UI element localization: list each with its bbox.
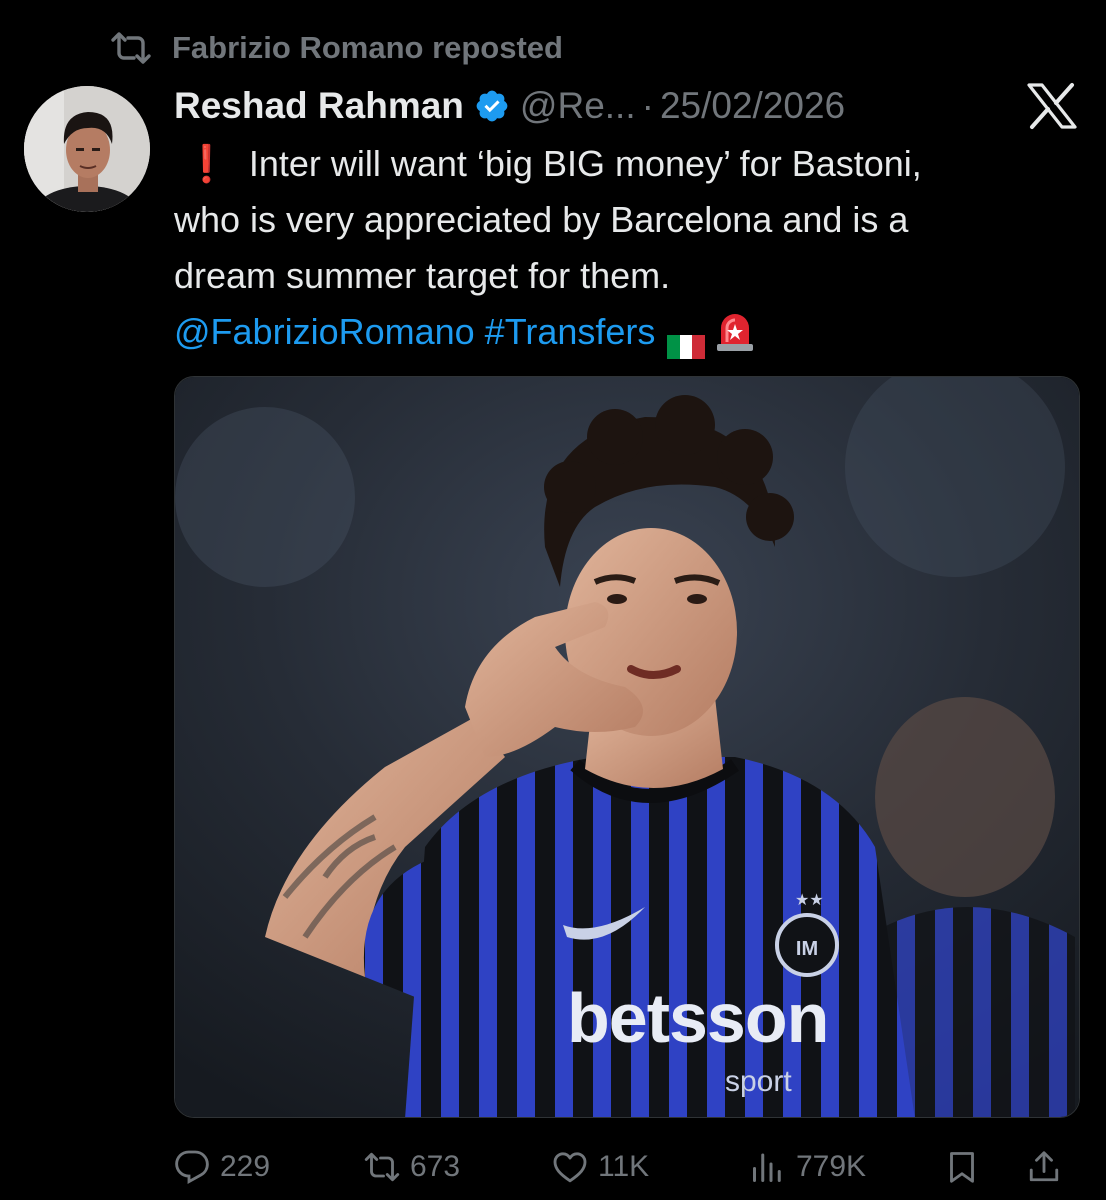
italy-flag-icon xyxy=(667,319,706,360)
mention-link[interactable]: @FabrizioRomano xyxy=(174,311,475,352)
tweet-line-3: dream summer target for them. xyxy=(174,255,671,296)
views-button[interactable]: 779K xyxy=(750,1140,866,1194)
tweet-date[interactable]: 25/02/2026 xyxy=(660,85,845,127)
repost-button[interactable]: 673 xyxy=(364,1140,460,1194)
tweet-line-4: @FabrizioRomano #Transfers xyxy=(174,304,1074,360)
shirt-sponsor-sub-text: sport xyxy=(725,1065,792,1098)
repost-icon xyxy=(364,1152,400,1182)
separator-dot: · xyxy=(641,85,654,126)
shirt-sponsor-text: betsson xyxy=(567,979,829,1057)
tweet-body: ❗ Inter will want ‘big BIG money’ for Bas… xyxy=(174,136,1074,360)
avatar[interactable] xyxy=(24,86,150,212)
repost-count: 673 xyxy=(410,1150,461,1183)
tweet-text-line1: Inter will want ‘big BIG money’ for Bast… xyxy=(248,143,922,184)
svg-text:IM: IM xyxy=(796,938,818,960)
repost-header[interactable]: Fabrizio Romano reposted xyxy=(110,28,563,68)
bookmark-button[interactable] xyxy=(944,1140,980,1194)
views-count: 779K xyxy=(796,1150,867,1183)
alert-emoji: ❗ xyxy=(184,143,229,184)
like-button[interactable]: 11K xyxy=(552,1140,649,1194)
verified-badge-icon[interactable] xyxy=(474,88,510,124)
views-icon xyxy=(753,1153,781,1182)
share-button[interactable] xyxy=(1026,1140,1062,1194)
reply-button[interactable]: 229 xyxy=(174,1140,270,1194)
author-display-name[interactable]: Reshad Rahman xyxy=(174,85,464,127)
reply-count: 229 xyxy=(220,1150,271,1183)
like-count: 11K xyxy=(598,1150,650,1183)
tweet-media-photo[interactable]: IM ★★ betsson sport xyxy=(174,376,1080,1118)
x-logo-icon xyxy=(1026,82,1078,130)
siren-icon xyxy=(715,308,755,352)
tweet-line-2: who is very appreciated by Barcelona and… xyxy=(174,199,909,240)
svg-text:★★: ★★ xyxy=(795,890,824,909)
hashtag-link[interactable]: #Transfers xyxy=(485,311,656,352)
tweet-line-1: ❗ Inter will want ‘big BIG money’ for Bas… xyxy=(174,136,1074,192)
action-bar: 229 673 11K 779K xyxy=(174,1140,1080,1194)
repost-label: Fabrizio Romano reposted xyxy=(172,30,563,65)
reply-icon xyxy=(175,1150,209,1185)
tweet-header: Reshad Rahman @Re... · 25/02/2026 xyxy=(174,80,845,132)
repost-icon xyxy=(110,31,152,65)
author-handle[interactable]: @Re... xyxy=(520,85,636,127)
bookmark-icon xyxy=(950,1152,974,1183)
share-icon xyxy=(1029,1151,1059,1182)
heart-icon xyxy=(553,1152,587,1183)
